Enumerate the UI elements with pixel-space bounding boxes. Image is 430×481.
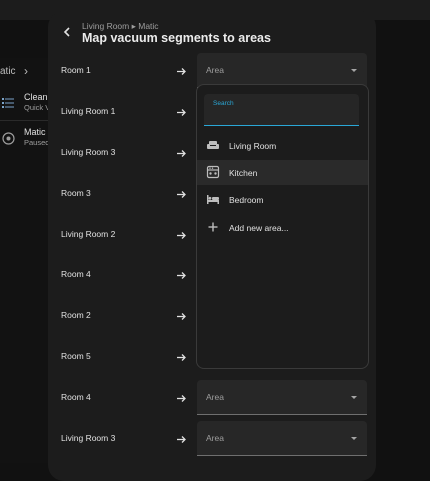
area-select[interactable]: Area: [197, 380, 367, 415]
background-item-title: Matic: [24, 127, 46, 137]
caret-down-icon: [351, 437, 357, 440]
arrow-right-icon: [176, 391, 187, 402]
area-select[interactable]: Area: [197, 421, 367, 456]
segment-label: Room 1: [61, 65, 91, 75]
dialog-title: Map vacuum segments to areas: [82, 31, 271, 45]
option-kitchen[interactable]: Kitchen: [197, 160, 368, 185]
segment-label: Living Room 3: [61, 433, 116, 443]
search-input[interactable]: Search: [204, 94, 359, 126]
segment-label: Room 3: [61, 188, 91, 198]
segment-row: Room 4 Area: [48, 380, 376, 415]
arrow-right-icon: [176, 64, 187, 75]
arrow-right-icon: [176, 146, 187, 157]
arrow-right-icon: [176, 350, 187, 361]
arrow-right-icon: [176, 105, 187, 116]
option-label: Add new area...: [229, 223, 289, 233]
arrow-right-icon: [176, 432, 187, 443]
bed-icon: [206, 192, 220, 206]
area-select-placeholder: Area: [206, 433, 224, 443]
arrow-right-icon: [176, 228, 187, 239]
area-select[interactable]: Area: [197, 53, 367, 88]
option-label: Living Room: [229, 141, 277, 151]
stove-icon: [206, 165, 220, 179]
option-living-room[interactable]: Living Room: [197, 133, 368, 158]
caret-down-icon: [351, 69, 357, 72]
sofa-icon: [206, 138, 220, 152]
option-label: Bedroom: [229, 195, 264, 205]
background-breadcrumb: atic: [0, 66, 16, 77]
segment-label: Room 5: [61, 351, 91, 361]
back-arrow-icon[interactable]: [58, 23, 76, 41]
arrow-right-icon: [176, 309, 187, 320]
segment-label: Room 4: [61, 269, 91, 279]
segment-label: Room 4: [61, 392, 91, 402]
arrow-right-icon: [176, 187, 187, 198]
arrow-right-icon: [176, 268, 187, 279]
option-add-new-area[interactable]: Add new area...: [197, 215, 368, 240]
area-dropdown-menu: Search Living Room Kitchen Bedroom Add n…: [196, 84, 369, 369]
background-item-subtitle: Paused: [24, 138, 50, 147]
chevron-right-icon: ›: [24, 64, 28, 78]
plus-icon: [206, 220, 220, 234]
background-item-subtitle: Quick V: [24, 103, 51, 112]
area-select-placeholder: Area: [206, 65, 224, 75]
robot-vacuum-icon: [2, 132, 16, 146]
area-select-placeholder: Area: [206, 392, 224, 402]
segment-label: Room 2: [61, 310, 91, 320]
segment-row: Room 1 Area: [48, 53, 376, 88]
list-icon: [2, 97, 16, 111]
segment-row: Living Room 3 Area: [48, 421, 376, 456]
option-label: Kitchen: [229, 168, 258, 178]
search-label: Search: [213, 100, 234, 107]
segment-label: Living Room 2: [61, 229, 116, 239]
option-bedroom[interactable]: Bedroom: [197, 187, 368, 212]
segment-label: Living Room 1: [61, 106, 116, 116]
caret-down-icon: [351, 396, 357, 399]
segment-label: Living Room 3: [61, 147, 116, 157]
